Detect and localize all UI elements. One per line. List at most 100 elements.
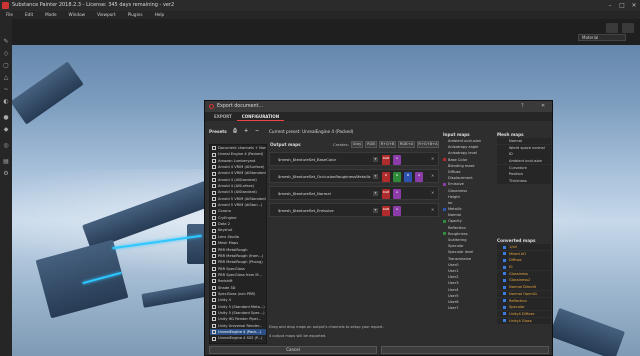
channel-slot[interactable]: A: [393, 189, 401, 199]
picker-tool-icon[interactable]: ●: [3, 115, 9, 121]
preset-label: Dota 2: [218, 222, 231, 227]
map-type-icon: [503, 292, 506, 296]
channel-slot[interactable]: A: [393, 206, 401, 216]
menu-mode[interactable]: Mode: [39, 11, 62, 19]
material-dropdown[interactable]: Material: [578, 34, 626, 41]
camera-icon[interactable]: ◎: [3, 143, 9, 149]
menu-edit[interactable]: Edit: [19, 11, 39, 19]
channel-slot[interactable]: A: [415, 172, 423, 182]
converted-map-item[interactable]: Glossiness2: [497, 277, 551, 284]
input-maps-panel: Input maps Ambient occlusion Anisotropy a…: [443, 131, 494, 346]
settings-icon[interactable]: ⚙: [3, 171, 9, 177]
tab-configuration[interactable]: CONFIGURATION: [236, 112, 285, 121]
import-preset-icon[interactable]: ⎙: [233, 128, 237, 135]
channel-slot[interactable]: B: [404, 172, 412, 182]
dialog-close-button[interactable]: ✕: [541, 101, 545, 112]
converted-map-item[interactable]: Unity4 Gloss: [497, 317, 551, 324]
output-map-filename[interactable]: $mesh_$textureSet_Emissive: [278, 208, 334, 213]
close-window-button[interactable]: ✕: [628, 0, 640, 11]
output-map-row[interactable]: $mesh_$textureSet_OcclusionRoughnessMeta…: [269, 169, 439, 183]
menu-viewport[interactable]: Viewport: [91, 11, 122, 19]
map-type-icon: [503, 265, 506, 269]
format-dropdown-icon[interactable]: ▾: [373, 174, 378, 179]
menu-window[interactable]: Window: [63, 11, 92, 19]
camera-settings-icon[interactable]: [622, 23, 634, 33]
display-settings-icon[interactable]: [606, 23, 618, 33]
tab-export[interactable]: EXPORT: [209, 112, 237, 121]
preset-label: Corona: [218, 209, 231, 214]
channel-slot[interactable]: R: [382, 172, 390, 182]
geometry-mask-icon[interactable]: △: [3, 75, 9, 81]
converted-map-item[interactable]: 1/all: [497, 244, 551, 251]
preset-label: Unity HD Render Pipel...: [218, 317, 262, 322]
shelf-icon[interactable]: ▤: [3, 159, 9, 165]
smudge-tool-icon[interactable]: ~: [3, 87, 9, 93]
remove-map-icon[interactable]: ✕: [431, 173, 436, 178]
create-r-g-b-button[interactable]: R+G+B: [379, 141, 396, 148]
converted-map-item[interactable]: Normal DirectX: [497, 284, 551, 291]
paint-tool-icon[interactable]: ✎: [3, 39, 9, 45]
converted-map-item[interactable]: Specular: [497, 304, 551, 311]
export-button[interactable]: [381, 346, 549, 354]
output-map-filename[interactable]: $mesh_$textureSet_Normal: [278, 191, 331, 196]
mesh-maps-label: Mesh maps: [497, 132, 524, 137]
channel-slot[interactable]: RGB: [382, 206, 390, 216]
mesh-map-item[interactable]: Ambient occlusion: [497, 158, 551, 165]
input-map-item[interactable]: User7: [443, 305, 494, 311]
menu-help[interactable]: Help: [149, 11, 171, 19]
format-dropdown-icon[interactable]: ▾: [373, 191, 378, 196]
converted-map-item[interactable]: Diffuse: [497, 257, 551, 264]
channel-slot[interactable]: A: [393, 155, 401, 165]
channel-slot[interactable]: G: [393, 172, 401, 182]
create-rgb-button[interactable]: RGB: [365, 141, 377, 148]
map-type-icon: [503, 285, 506, 289]
create-gray-button[interactable]: Gray: [351, 141, 363, 148]
converted-map-item[interactable]: Unity4 Diffuse: [497, 310, 551, 318]
converted-map-item[interactable]: Glossiness: [497, 270, 551, 277]
output-map-filename[interactable]: $mesh_$textureSet_BaseColor: [278, 157, 336, 162]
cancel-button[interactable]: Cancel: [209, 346, 377, 354]
remove-map-icon[interactable]: ✕: [431, 207, 436, 212]
create-rgb-a-button[interactable]: RGB+A: [398, 141, 415, 148]
clone-tool-icon[interactable]: ◐: [3, 99, 9, 105]
output-map-row[interactable]: $mesh_$textureSet_BaseColor ▾ RGB A ✕: [269, 152, 439, 166]
create-r-g-b-a-button[interactable]: R+G+B+A: [417, 141, 439, 148]
converted-map-item[interactable]: Mixed AO: [497, 250, 551, 257]
menu-plugins[interactable]: Plugins: [122, 11, 149, 19]
mesh-map-item[interactable]: ID: [497, 151, 551, 158]
output-map-filename[interactable]: $mesh_$textureSet_OcclusionRoughnessMeta…: [278, 174, 371, 179]
input-map-label: Height: [448, 194, 460, 199]
polygon-fill-icon[interactable]: ◆: [3, 127, 9, 133]
preset-file-icon: [212, 311, 216, 316]
mesh-map-item[interactable]: Curvature: [497, 164, 551, 171]
preset-item[interactable]: Vray: [210, 342, 266, 344]
add-preset-icon[interactable]: +: [244, 128, 248, 135]
format-dropdown-icon[interactable]: ▾: [373, 157, 378, 162]
mesh-map-item[interactable]: Position: [497, 171, 551, 178]
channel-slot[interactable]: RGB: [382, 189, 390, 199]
maximize-button[interactable]: □: [616, 0, 628, 11]
minimize-button[interactable]: –: [604, 0, 616, 11]
menu-file[interactable]: File: [0, 11, 19, 19]
mesh-map-item[interactable]: World space normal: [497, 144, 551, 151]
input-maps-list: Ambient occlusion Anisotropy angle Anisotr…: [443, 138, 494, 311]
format-dropdown-icon[interactable]: ▾: [373, 208, 378, 213]
mesh-map-item[interactable]: Normal: [497, 138, 551, 145]
channel-slot[interactable]: RGB: [382, 155, 390, 165]
eraser-tool-icon[interactable]: ◇: [3, 51, 9, 57]
substance-logo-icon: [209, 104, 214, 109]
remove-preset-icon[interactable]: −: [255, 128, 259, 135]
mesh-maps-list: Normal World space normal ID Ambient occlus…: [497, 138, 551, 185]
converted-map-item[interactable]: f0: [497, 264, 551, 271]
mesh-map-item[interactable]: Thickness: [497, 178, 551, 185]
remove-map-icon[interactable]: ✕: [431, 156, 436, 161]
help-button[interactable]: ?: [521, 101, 524, 112]
converted-map-item[interactable]: Normal OpenGL: [497, 290, 551, 297]
output-map-row[interactable]: $mesh_$textureSet_Normal ▾ RGB A ✕: [269, 186, 439, 200]
preset-file-icon: [212, 342, 216, 343]
projection-tool-icon[interactable]: ▢: [3, 63, 9, 69]
output-map-row[interactable]: $mesh_$textureSet_Emissive ▾ RGB A ✕: [269, 203, 439, 217]
preset-list[interactable]: Document channels + Normal + AO (No Alph…: [209, 144, 267, 344]
converted-map-item[interactable]: Reflection: [497, 297, 551, 304]
remove-map-icon[interactable]: ✕: [431, 190, 436, 195]
